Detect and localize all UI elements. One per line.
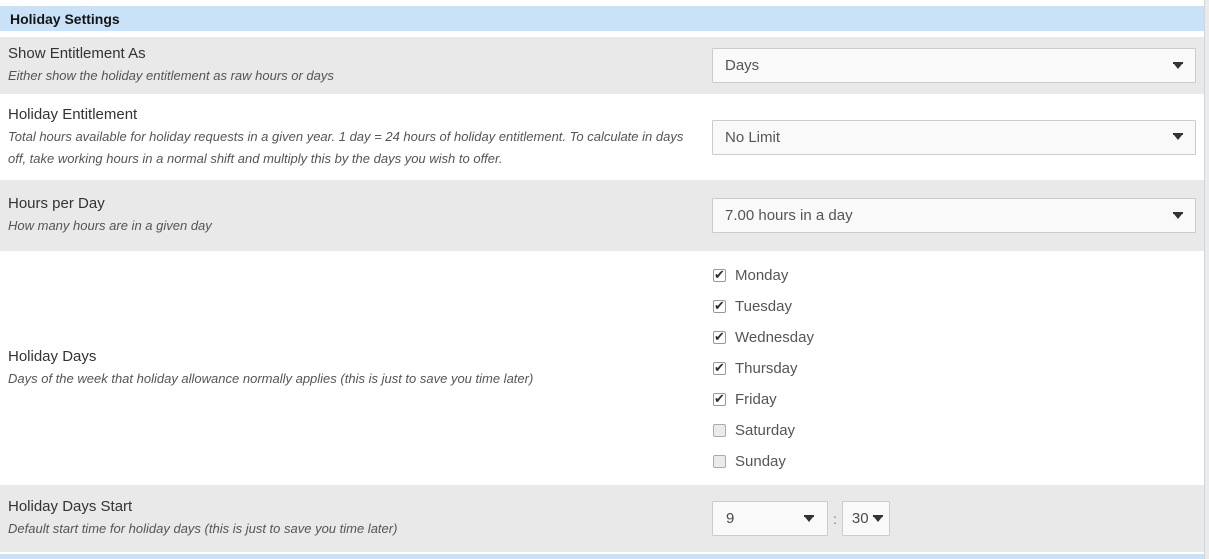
checkbox-label: Friday — [735, 390, 777, 408]
chevron-down-icon — [1173, 61, 1183, 69]
select-value: 30 — [851, 510, 869, 527]
holiday-day-option-thursday[interactable]: Thursday — [712, 353, 1196, 384]
setting-row-holiday-days-start: Holiday Days Start Default start time fo… — [0, 485, 1204, 552]
setting-info: Show Entitlement As Either show the holi… — [8, 44, 712, 87]
setting-description: Default start time for holiday days (thi… — [8, 521, 398, 536]
checkbox-thursday[interactable] — [713, 360, 726, 376]
panel-heading: Holiday Settings — [0, 6, 1204, 31]
checkbox-label: Monday — [735, 266, 789, 284]
setting-label: Hours per Day — [8, 195, 105, 212]
checkbox-label: Sunday — [735, 452, 786, 470]
setting-control: Monday Tuesday Wednesday Thursday Friday — [712, 256, 1196, 481]
setting-info: Holiday Days Days of the week that holid… — [8, 347, 712, 390]
setting-control: 7.00 hours in a day — [712, 198, 1196, 233]
setting-description: Total hours available for holiday reques… — [8, 128, 684, 166]
setting-label: Holiday Days Start — [8, 498, 133, 515]
setting-control: No Limit — [712, 119, 1196, 155]
holiday-day-option-friday[interactable]: Friday — [712, 384, 1196, 415]
chevron-down-icon — [804, 514, 814, 522]
holiday-entitlement-select[interactable]: No Limit — [712, 119, 1196, 155]
setting-row-hours-per-day: Hours per Day How many hours are in a gi… — [0, 180, 1204, 251]
chevron-down-icon — [872, 514, 883, 522]
checkbox-label: Thursday — [735, 359, 798, 377]
chevron-down-icon — [1173, 211, 1183, 219]
holiday-day-option-saturday[interactable]: Saturday — [712, 415, 1196, 446]
checkbox-label: Wednesday — [735, 328, 814, 346]
select-value: 7.00 hours in a day — [725, 207, 853, 224]
holiday-days-checkbox-list: Monday Tuesday Wednesday Thursday Friday — [712, 256, 1196, 481]
chevron-down-icon — [1173, 133, 1183, 140]
holiday-day-option-sunday[interactable]: Sunday — [712, 446, 1196, 477]
checkbox-label: Tuesday — [735, 297, 792, 315]
setting-label: Holiday Days — [8, 347, 97, 365]
setting-control: Days — [712, 48, 1196, 83]
panel-title: Holiday Settings — [10, 10, 120, 27]
checkbox-sunday[interactable] — [713, 454, 726, 468]
holiday-day-option-monday[interactable]: Monday — [712, 260, 1196, 291]
setting-info: Holiday Days Start Default start time fo… — [8, 497, 712, 540]
checkbox-saturday[interactable] — [713, 423, 726, 437]
hours-per-day-select[interactable]: 7.00 hours in a day — [712, 198, 1196, 233]
holiday-day-option-tuesday[interactable]: Tuesday — [712, 291, 1196, 322]
start-minute-select[interactable]: 30 — [841, 501, 890, 536]
show-entitlement-select[interactable]: Days — [712, 48, 1196, 83]
select-value: 9 — [726, 510, 735, 527]
select-value: No Limit — [725, 128, 781, 146]
setting-label: Show Entitlement As — [8, 45, 146, 62]
scrollbar[interactable] — [1204, 0, 1209, 559]
setting-description: How many hours are in a given day — [8, 218, 212, 233]
setting-row-holiday-days: Holiday Days Days of the week that holid… — [0, 251, 1204, 485]
setting-row-show-entitlement-as: Show Entitlement As Either show the holi… — [0, 37, 1204, 94]
holiday-settings-panel: Holiday Settings Show Entitlement As Eit… — [0, 0, 1204, 559]
setting-description: Days of the week that holiday allowance … — [8, 370, 534, 386]
setting-info: Holiday Entitlement Total hours availabl… — [8, 105, 712, 170]
checkbox-friday[interactable] — [713, 391, 726, 407]
checkbox-monday[interactable] — [713, 267, 726, 283]
checkbox-label: Saturday — [735, 421, 796, 439]
start-hour-select[interactable]: 9 — [712, 501, 828, 536]
select-value: Days — [725, 57, 760, 74]
checkbox-tuesday[interactable] — [713, 298, 726, 314]
setting-control: 9 : 30 — [712, 501, 1196, 536]
start-time-control: 9 : 30 — [712, 501, 1196, 536]
next-section-header-edge — [0, 554, 1204, 559]
setting-description: Either show the holiday entitlement as r… — [8, 68, 334, 83]
setting-label: Holiday Entitlement — [8, 105, 138, 123]
setting-row-holiday-entitlement: Holiday Entitlement Total hours availabl… — [0, 94, 1204, 180]
holiday-day-option-wednesday[interactable]: Wednesday — [712, 322, 1196, 353]
time-separator: : — [833, 510, 837, 527]
checkbox-wednesday[interactable] — [713, 329, 726, 345]
setting-info: Hours per Day How many hours are in a gi… — [8, 194, 712, 237]
